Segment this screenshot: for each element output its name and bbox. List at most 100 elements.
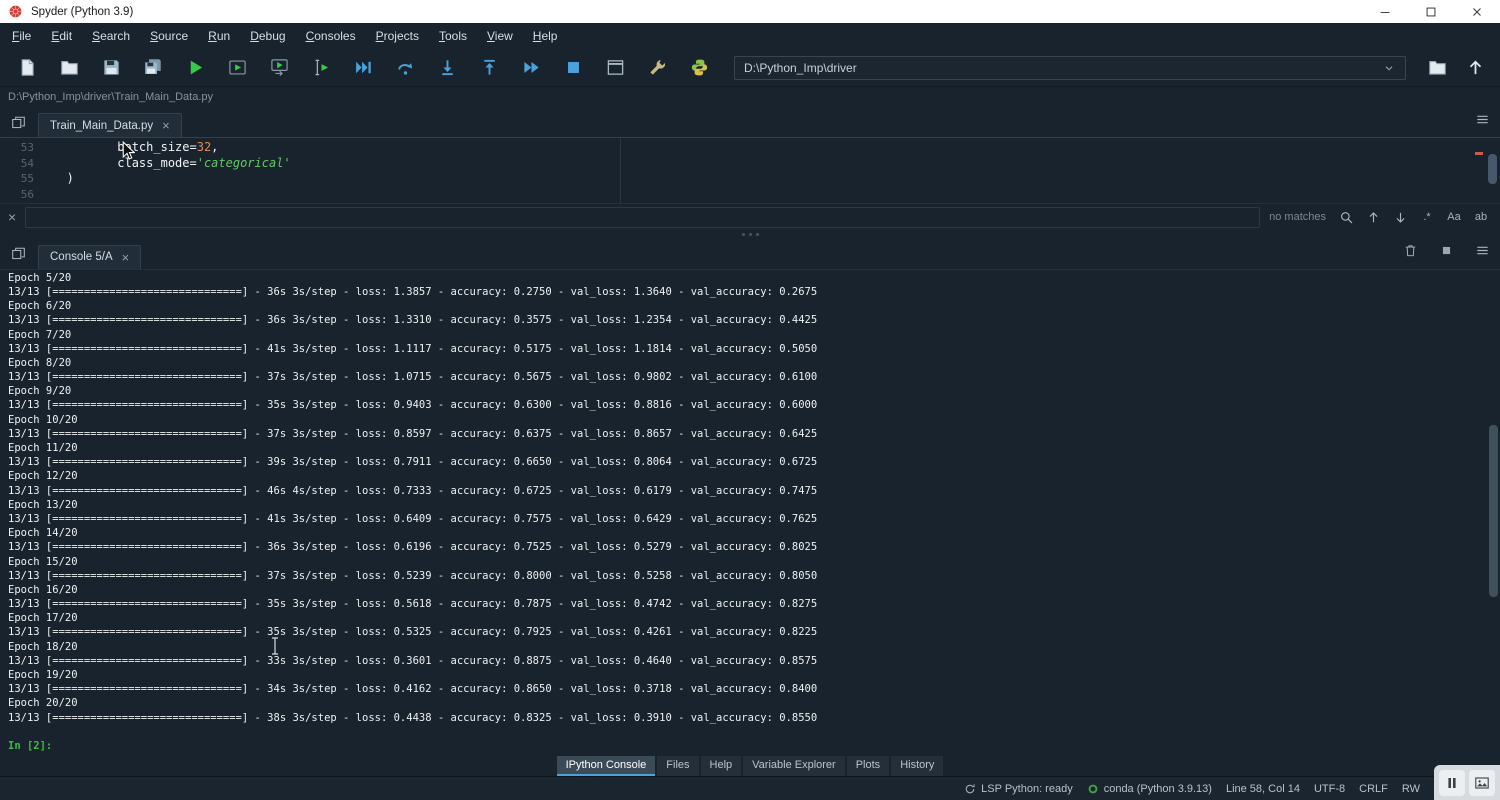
pane-tab-ipython-console[interactable]: IPython Console	[557, 756, 656, 776]
recorder-overlay	[1434, 765, 1500, 800]
menu-projects[interactable]: Projects	[366, 24, 429, 48]
window-title: Spyder (Python 3.9)	[31, 6, 133, 18]
console-options-menu-icon[interactable]	[1470, 239, 1494, 263]
pane-splitter[interactable]	[0, 231, 1500, 239]
interrupt-kernel-icon[interactable]	[1434, 239, 1458, 263]
editor-tab[interactable]: Train_Main_Data.py ×	[38, 113, 182, 137]
close-button[interactable]	[1454, 0, 1500, 23]
regex-icon[interactable]: .*	[1416, 206, 1438, 228]
console-line: 13/13 [==============================] -…	[8, 313, 1500, 327]
console-line: 13/13 [==============================] -…	[8, 569, 1500, 583]
editor-options-menu-icon[interactable]	[1470, 107, 1494, 131]
pane-tab-files[interactable]: Files	[657, 756, 698, 776]
console-line: Epoch 19/20	[8, 668, 1500, 682]
menu-debug[interactable]: Debug	[240, 24, 295, 48]
console-tab-label: Console 5/A	[50, 251, 113, 263]
close-find-icon[interactable]: ×	[8, 209, 16, 225]
close-console-tab-icon[interactable]: ×	[122, 251, 130, 264]
menu-view[interactable]: View	[477, 24, 523, 48]
preferences-button[interactable]	[636, 52, 678, 84]
console-line	[8, 725, 1500, 739]
console-scrollbar-thumb[interactable]	[1489, 425, 1498, 597]
menu-source[interactable]: Source	[140, 24, 198, 48]
column-guide-line	[620, 138, 621, 203]
console-line: Epoch 9/20	[8, 384, 1500, 398]
maximize-pane-button[interactable]	[594, 52, 636, 84]
console-line: 13/13 [==============================] -…	[8, 370, 1500, 384]
python-path-button[interactable]	[678, 52, 720, 84]
working-directory-combobox[interactable]: D:\Python_Imp\driver	[734, 56, 1406, 80]
open-file-button[interactable]	[48, 52, 90, 84]
pane-tab-history[interactable]: History	[891, 756, 943, 776]
maximize-button[interactable]	[1408, 0, 1454, 23]
menu-tools[interactable]: Tools	[429, 24, 477, 48]
console-tabstrip: Console 5/A ×	[0, 239, 1500, 270]
menu-run[interactable]: Run	[198, 24, 240, 48]
find-previous-icon[interactable]	[1362, 206, 1384, 228]
run-selection-button[interactable]	[300, 52, 342, 84]
interpreter-status-text: conda (Python 3.9.13)	[1104, 783, 1212, 795]
menu-edit[interactable]: Edit	[41, 24, 82, 48]
spyder-window: Spyder (Python 3.9) FileEditSearchSource…	[0, 0, 1500, 800]
pane-tab-plots[interactable]: Plots	[847, 756, 889, 776]
status-bar: LSP Python: ready conda (Python 3.9.13) …	[0, 776, 1500, 800]
console-line: 13/13 [==============================] -…	[8, 398, 1500, 412]
debug-file-button[interactable]	[342, 52, 384, 84]
console-line: 13/13 [==============================] -…	[8, 711, 1500, 725]
pane-tabbar: IPython ConsoleFilesHelpVariable Explore…	[0, 756, 1500, 776]
step-over-button[interactable]	[384, 52, 426, 84]
run-cell-advance-button[interactable]	[258, 52, 300, 84]
file-path-breadcrumb: D:\Python_Imp\driver\Train_Main_Data.py	[0, 87, 1500, 107]
console-line: Epoch 16/20	[8, 583, 1500, 597]
line-number: 54	[0, 156, 45, 172]
editor-scrollbar-thumb[interactable]	[1488, 154, 1497, 184]
browse-tabs-icon[interactable]	[6, 110, 30, 134]
cursor-position: Line 58, Col 14	[1226, 783, 1300, 795]
search-input[interactable]	[32, 210, 1253, 224]
console-body[interactable]: Epoch 5/2013/13 [=======================…	[0, 270, 1500, 756]
remove-variables-icon[interactable]	[1398, 239, 1422, 263]
run-cell-button[interactable]	[216, 52, 258, 84]
console-line: 13/13 [==============================] -…	[8, 342, 1500, 356]
code-line: 55 )	[0, 171, 1500, 187]
pause-icon[interactable]	[1439, 770, 1465, 796]
save-all-button[interactable]	[132, 52, 174, 84]
save-button[interactable]	[90, 52, 132, 84]
continue-button[interactable]	[510, 52, 552, 84]
menu-consoles[interactable]: Consoles	[296, 24, 366, 48]
pane-tab-variable-explorer[interactable]: Variable Explorer	[743, 756, 845, 776]
match-case-icon[interactable]: Aa	[1443, 206, 1465, 228]
close-tab-icon[interactable]: ×	[162, 119, 170, 132]
screenshot-icon[interactable]	[1469, 770, 1495, 796]
console-line: Epoch 17/20	[8, 611, 1500, 625]
chevron-down-icon[interactable]	[1382, 61, 1396, 75]
new-file-button[interactable]	[6, 52, 48, 84]
line-number: 55	[0, 171, 45, 187]
step-into-button[interactable]	[426, 52, 468, 84]
browse-working-directory-button[interactable]	[1418, 52, 1456, 84]
search-icon[interactable]	[1335, 206, 1357, 228]
browse-console-tabs-icon[interactable]	[6, 242, 30, 266]
step-return-button[interactable]	[468, 52, 510, 84]
menu-file[interactable]: File	[2, 24, 41, 48]
find-next-icon[interactable]	[1389, 206, 1411, 228]
stop-button[interactable]	[552, 52, 594, 84]
editor-body[interactable]: 53 batch_size=32,54 class_mode='categori…	[0, 138, 1500, 203]
menu-help[interactable]: Help	[523, 24, 568, 48]
interpreter-status[interactable]: conda (Python 3.9.13)	[1087, 783, 1212, 795]
code-line: 56	[0, 187, 1500, 203]
working-directory-value: D:\Python_Imp\driver	[744, 61, 857, 75]
lsp-status: LSP Python: ready	[964, 783, 1073, 795]
console-tab[interactable]: Console 5/A ×	[38, 245, 141, 269]
console-line: 13/13 [==============================] -…	[8, 512, 1500, 526]
minimize-button[interactable]	[1362, 0, 1408, 23]
menu-search[interactable]: Search	[82, 24, 140, 48]
console-line: 13/13 [==============================] -…	[8, 682, 1500, 696]
go-up-directory-button[interactable]	[1456, 52, 1494, 84]
scroll-flag-marker	[1475, 152, 1483, 155]
pane-tab-help[interactable]: Help	[701, 756, 742, 776]
eol-status: CRLF	[1359, 783, 1388, 795]
run-button[interactable]	[174, 52, 216, 84]
whole-words-icon[interactable]: ab	[1470, 206, 1492, 228]
console-pane: Console 5/A × Epoch 5/2013/13 [=========…	[0, 239, 1500, 756]
